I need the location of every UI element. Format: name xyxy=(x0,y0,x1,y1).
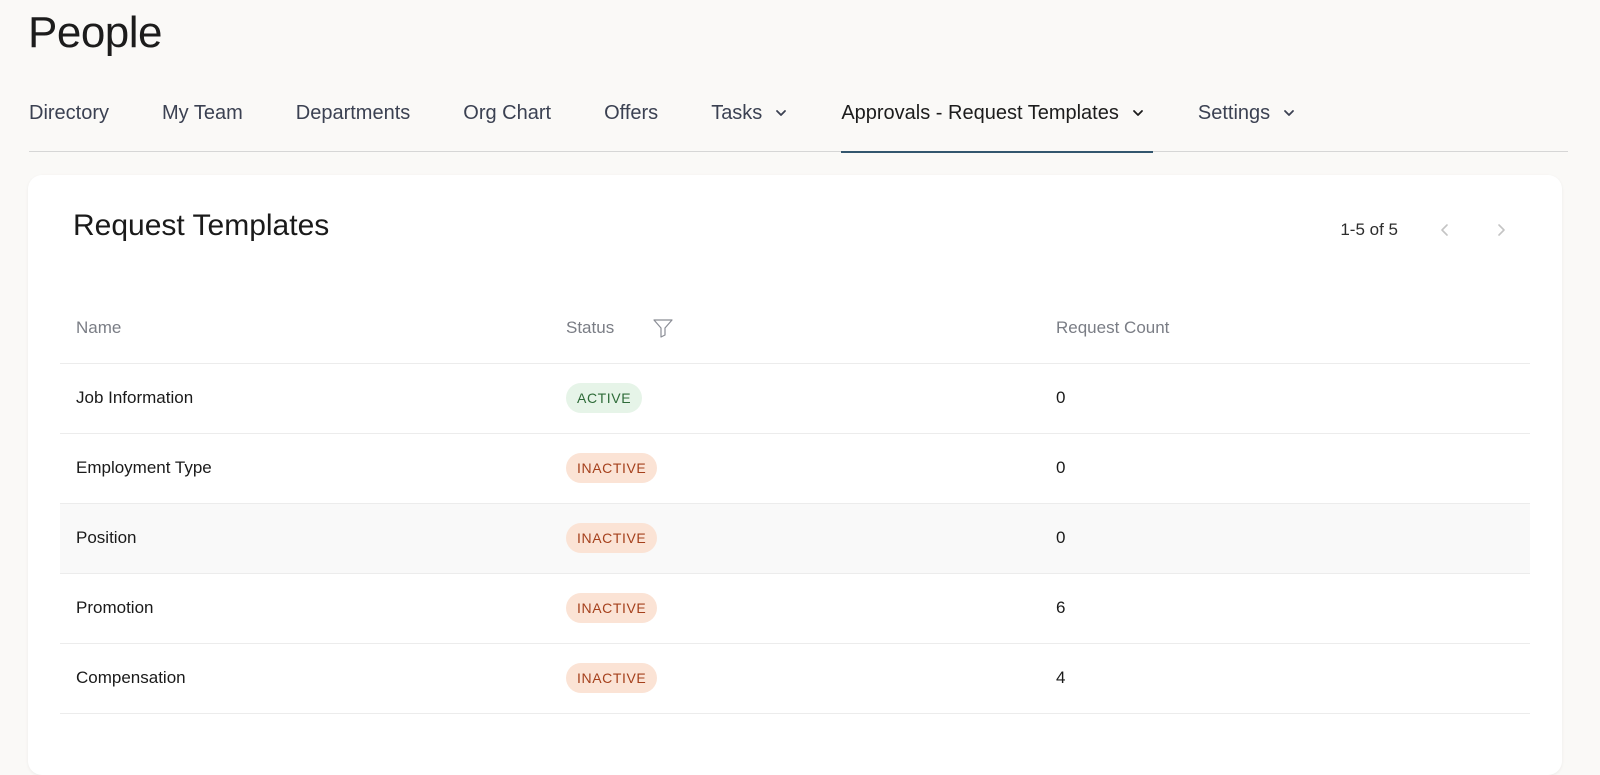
tab-label: Approvals - Request Templates xyxy=(841,102,1119,124)
tab-offers[interactable]: Offers xyxy=(604,92,658,152)
row-status: INACTIVE xyxy=(550,643,1040,714)
row-status: INACTIVE xyxy=(550,573,1040,644)
page-title: People xyxy=(28,8,163,57)
tab-label: Departments xyxy=(295,102,411,124)
table-row[interactable]: Promotion INACTIVE 6 xyxy=(60,573,1530,644)
tab-label: Offers xyxy=(604,102,659,124)
tab-my-team[interactable]: My Team xyxy=(162,92,243,152)
tab-label: Settings xyxy=(1197,102,1271,124)
table-row[interactable]: Compensation INACTIVE 4 xyxy=(60,643,1530,714)
tab-directory[interactable]: Directory xyxy=(29,92,109,152)
chevron-down-icon xyxy=(1132,110,1143,116)
column-header-status: Status xyxy=(550,293,1040,364)
status-badge: INACTIVE xyxy=(566,663,658,693)
table-row[interactable]: Job Information ACTIVE 0 xyxy=(60,363,1530,434)
table-row[interactable]: Position INACTIVE 0 xyxy=(60,503,1530,574)
row-name: Compensation xyxy=(60,643,550,714)
row-status: INACTIVE xyxy=(550,503,1040,574)
tab-org-chart[interactable]: Org Chart xyxy=(463,92,551,152)
chevron-down-icon xyxy=(776,110,787,116)
chevron-left-icon xyxy=(1441,224,1448,236)
status-badge: INACTIVE xyxy=(566,593,658,623)
column-header-name[interactable]: Name xyxy=(60,293,550,364)
status-badge: INACTIVE xyxy=(566,523,658,553)
tab-settings[interactable]: Settings xyxy=(1198,92,1296,152)
row-status: INACTIVE xyxy=(550,433,1040,504)
column-header-status-label[interactable]: Status xyxy=(566,318,614,338)
row-request-count: 6 xyxy=(1040,573,1530,644)
row-request-count: 0 xyxy=(1040,503,1530,574)
pagination: 1-5 of 5 xyxy=(1340,219,1512,241)
request-templates-card: Request Templates 1-5 of 5 Name Status R… xyxy=(28,175,1562,775)
row-request-count: 4 xyxy=(1040,643,1530,714)
row-name: Position xyxy=(60,503,550,574)
row-status: ACTIVE xyxy=(550,363,1040,434)
prev-page-button[interactable] xyxy=(1434,219,1456,241)
tab-tasks[interactable]: Tasks xyxy=(711,92,788,152)
request-templates-table: Name Status Request Count Job Informatio… xyxy=(60,293,1530,714)
status-badge: ACTIVE xyxy=(566,383,643,413)
chevron-down-icon xyxy=(1284,110,1295,116)
row-name: Promotion xyxy=(60,573,550,644)
row-request-count: 0 xyxy=(1040,363,1530,434)
table-row[interactable]: Employment Type INACTIVE 0 xyxy=(60,433,1530,504)
pagination-range: 1-5 of 5 xyxy=(1340,220,1398,239)
column-header-request-count[interactable]: Request Count xyxy=(1040,293,1530,364)
row-name: Job Information xyxy=(60,363,550,434)
tab-label: My Team xyxy=(162,102,243,124)
tab-approvals-request-templates[interactable]: Approvals - Request Templates xyxy=(841,92,1153,153)
tab-label: Org Chart xyxy=(463,102,552,124)
tab-label: Tasks xyxy=(711,102,763,124)
next-page-button[interactable] xyxy=(1490,219,1512,241)
chevron-right-icon xyxy=(1498,224,1505,236)
nav-tabs: Directory My Team Departments Org Chart … xyxy=(29,92,1568,153)
table-header-row: Name Status Request Count xyxy=(60,293,1530,364)
row-name: Employment Type xyxy=(60,433,550,504)
row-request-count: 0 xyxy=(1040,433,1530,504)
filter-icon[interactable] xyxy=(652,317,674,339)
tab-departments[interactable]: Departments xyxy=(296,92,411,152)
tab-label: Directory xyxy=(29,102,110,124)
card-title: Request Templates xyxy=(73,209,330,242)
status-badge: INACTIVE xyxy=(566,453,658,483)
